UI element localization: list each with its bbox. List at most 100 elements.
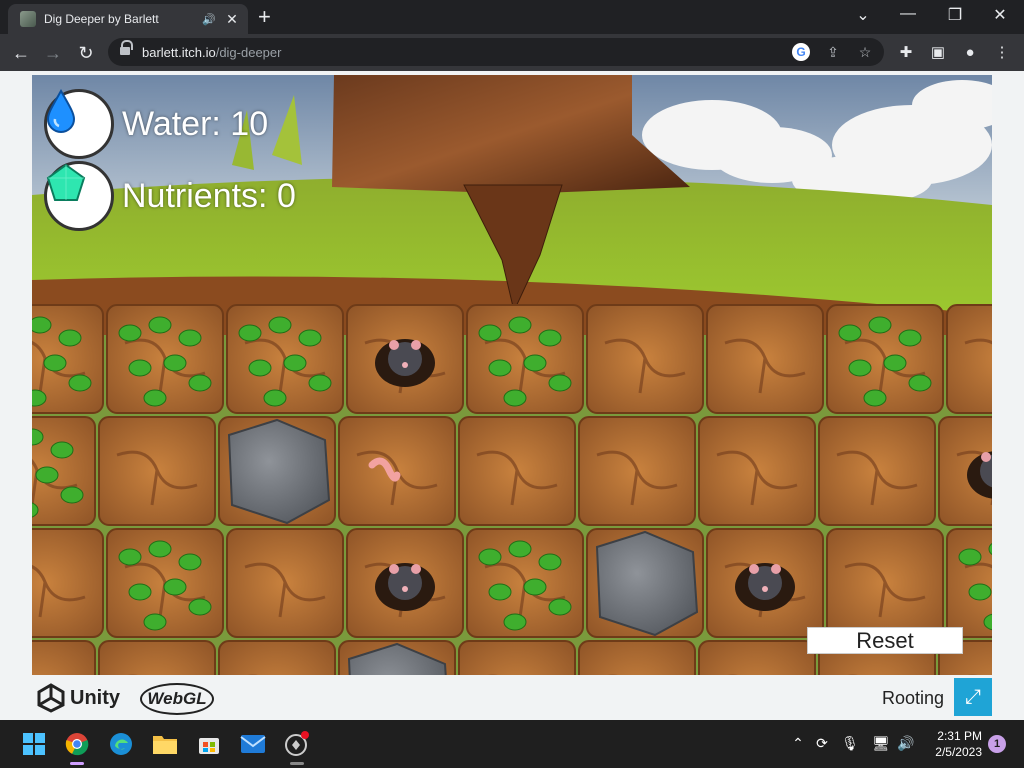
tile-dirt[interactable]: [586, 304, 704, 414]
nutrient-leaf: [523, 578, 547, 596]
nutrient-leaf: [883, 354, 907, 372]
bookmark-star-icon[interactable]: ☆: [856, 43, 874, 61]
mail-icon[interactable]: [239, 730, 267, 758]
rock-block: [595, 530, 699, 637]
mole-ear: [411, 564, 421, 574]
google-icon[interactable]: G: [792, 43, 810, 61]
tile-dirt[interactable]: [98, 416, 216, 526]
tile-dirt[interactable]: [826, 528, 944, 638]
tile-mole[interactable]: [706, 528, 824, 638]
tile-dirt[interactable]: [578, 640, 696, 675]
tile-worm[interactable]: [338, 416, 456, 526]
chrome-icon[interactable]: [63, 730, 91, 758]
microphone-icon[interactable]: 🎙: [841, 735, 859, 752]
nutrient-leaf: [548, 598, 572, 616]
address-bar[interactable]: barlett.itch.io/dig-deeper G ⇪ ☆: [108, 38, 884, 66]
nutrient-leaf: [538, 553, 562, 571]
url-text: barlett.itch.io/dig-deeper: [142, 45, 282, 60]
volume-icon[interactable]: 🔊: [897, 735, 915, 752]
water-label: Water: 10: [122, 104, 269, 143]
mole-ear: [981, 452, 991, 462]
tile-dirt[interactable]: [226, 528, 344, 638]
dirt-block: [946, 304, 992, 414]
fullscreen-button[interactable]: ⤢: [954, 678, 992, 716]
speaker-icon[interactable]: 🔊: [202, 13, 216, 26]
forward-arrow-icon[interactable]: →: [40, 40, 66, 66]
tile-leaf[interactable]: [106, 304, 224, 414]
tile-leaf[interactable]: [32, 304, 104, 414]
nutrient-leaf: [118, 548, 142, 566]
nutrient-leaf: [538, 329, 562, 347]
nutrient-leaf: [118, 324, 142, 342]
tile-dirt[interactable]: [706, 304, 824, 414]
nutrient-leaf: [478, 324, 502, 342]
share-icon[interactable]: ⇪: [824, 43, 842, 61]
tile-leaf[interactable]: [226, 304, 344, 414]
tile-mole[interactable]: [346, 304, 464, 414]
clock-date: 2/5/2023: [935, 745, 982, 759]
tile-leaf[interactable]: [32, 416, 96, 526]
game-canvas[interactable]: Water: 10 Nutrients: 0 Reset: [32, 75, 992, 675]
tile-dirt[interactable]: [98, 640, 216, 675]
start-windows-icon[interactable]: [20, 730, 48, 758]
back-arrow-icon[interactable]: ←: [8, 40, 34, 66]
tile-dirt[interactable]: [458, 640, 576, 675]
sync-icon[interactable]: ⟳: [813, 735, 831, 752]
restore-icon[interactable]: ❐: [941, 5, 969, 25]
tile-dirt[interactable]: [698, 640, 816, 675]
nutrient-leaf: [958, 548, 982, 566]
new-tab-button[interactable]: +: [258, 6, 271, 28]
system-clock[interactable]: 2:31 PM 2/5/2023: [935, 728, 982, 760]
tile-dirt[interactable]: [818, 416, 936, 526]
tile-dirt[interactable]: [32, 640, 96, 675]
tile-dirt[interactable]: [698, 416, 816, 526]
close-window-icon[interactable]: ✕: [986, 5, 1014, 25]
network-icon[interactable]: 🖥: [872, 735, 890, 752]
edge-icon[interactable]: [107, 730, 135, 758]
nutrient-leaf: [58, 329, 82, 347]
extensions-puzzle-icon[interactable]: ✚: [896, 43, 916, 63]
tile-dirt[interactable]: [218, 640, 336, 675]
tile-rock[interactable]: [338, 640, 456, 675]
side-panel-icon[interactable]: ▣: [928, 43, 948, 63]
nutrient-leaf: [248, 359, 272, 377]
notification-badge[interactable]: 1: [988, 735, 1006, 753]
tile-dirt[interactable]: [946, 304, 992, 414]
dev-app-icon[interactable]: [283, 730, 311, 758]
tile-leaf[interactable]: [466, 304, 584, 414]
nutrient-leaf: [478, 548, 502, 566]
file-explorer-icon[interactable]: [151, 730, 179, 758]
close-tab-icon[interactable]: ✕: [224, 11, 240, 28]
dirt-tile-grid: [32, 304, 992, 675]
reset-button[interactable]: Reset: [807, 627, 963, 654]
tile-dirt[interactable]: [32, 528, 104, 638]
tile-dirt[interactable]: [458, 416, 576, 526]
tile-mole[interactable]: [938, 416, 992, 526]
water-drop-icon: [44, 89, 114, 159]
mole-nose: [402, 362, 408, 368]
minimize-icon[interactable]: —: [894, 5, 922, 23]
nutrient-leaf: [283, 354, 307, 372]
menu-kebab-icon[interactable]: ⋮: [992, 43, 1012, 63]
chevron-down-icon[interactable]: ⌄: [849, 5, 877, 25]
chevron-up-icon[interactable]: ⌃: [789, 735, 807, 752]
reload-icon[interactable]: ↻: [73, 40, 99, 66]
tile-leaf[interactable]: [106, 528, 224, 638]
browser-tab[interactable]: Dig Deeper by Barlett 🔊 ✕: [8, 4, 248, 34]
tile-rock[interactable]: [586, 528, 704, 638]
microsoft-store-icon[interactable]: [195, 730, 223, 758]
nutrient-leaf: [60, 486, 84, 504]
tile-leaf[interactable]: [946, 528, 992, 638]
dirt-block: [32, 640, 96, 675]
active-app-indicator: [70, 762, 84, 765]
tile-dirt[interactable]: [578, 416, 696, 526]
profile-icon[interactable]: ●: [960, 43, 980, 63]
game-title: Rooting: [881, 688, 944, 708]
nutrient-leaf: [263, 389, 287, 407]
nutrient-leaf: [968, 583, 992, 601]
tile-leaf[interactable]: [826, 304, 944, 414]
webgl-logo: WebGL: [140, 683, 214, 715]
tile-rock[interactable]: [218, 416, 336, 526]
tile-leaf[interactable]: [466, 528, 584, 638]
tile-mole[interactable]: [346, 528, 464, 638]
